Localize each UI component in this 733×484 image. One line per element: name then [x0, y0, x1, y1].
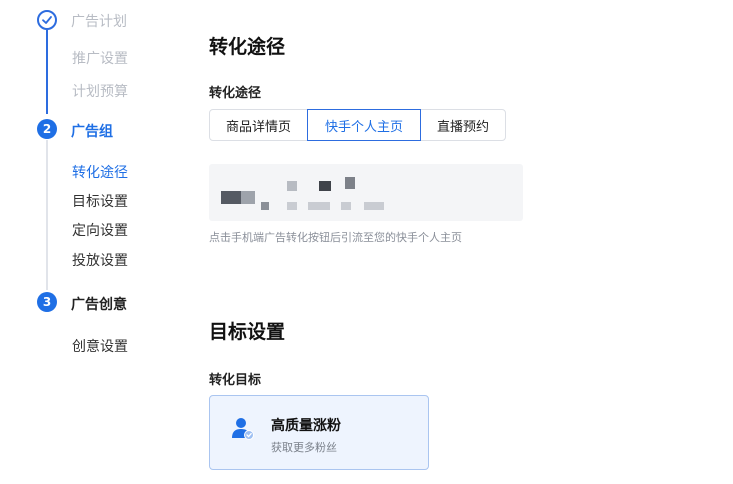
goal-card-title: 高质量涨粉 [271, 418, 341, 434]
sub-item-conversion-path[interactable]: 转化途径 [72, 162, 128, 182]
sub-item-promotion-settings[interactable]: 推广设置 [72, 48, 128, 68]
check-circle-icon [37, 10, 57, 30]
blurred-text [364, 202, 384, 210]
option-live-reservation[interactable]: 直播预约 [420, 109, 506, 141]
sub-item-targeting-settings[interactable]: 定向设置 [72, 220, 128, 240]
conversion-hint: 点击手机端广告转化按钮后引流至您的快手个人主页 [209, 231, 462, 244]
blurred-avatar [241, 191, 255, 204]
step-sidebar: 广告计划 推广设置 计划预算 2 广告组 转化途径 目标设置 定向设置 投放设置… [0, 0, 180, 484]
step-title-ad-group[interactable]: 广告组 [71, 121, 113, 141]
step-number-2: 2 [37, 119, 57, 139]
section-title-conversion: 转化途径 [209, 36, 286, 58]
step-number-3: 3 [37, 292, 57, 312]
section-title-goal: 目标设置 [209, 321, 286, 343]
blurred-text [287, 181, 297, 191]
goal-card-subtitle: 获取更多粉丝 [271, 441, 337, 454]
sub-item-delivery-settings[interactable]: 投放设置 [72, 250, 128, 270]
goal-card-fans[interactable]: 高质量涨粉 获取更多粉丝 [209, 395, 429, 470]
user-check-icon [230, 416, 256, 442]
blurred-text [287, 202, 297, 210]
sub-item-plan-budget[interactable]: 计划预算 [72, 81, 128, 101]
blurred-text [261, 202, 269, 210]
step-title-plan[interactable]: 广告计划 [71, 11, 127, 31]
blurred-text [308, 202, 330, 210]
profile-preview [209, 164, 523, 221]
blurred-text [345, 177, 355, 189]
conversion-path-selector: 商品详情页 快手个人主页 直播预约 [209, 109, 506, 141]
step-connector [46, 140, 48, 290]
sub-item-goal-settings[interactable]: 目标设置 [72, 191, 128, 211]
step-connector [46, 30, 48, 114]
blurred-text [341, 202, 351, 210]
option-product-detail[interactable]: 商品详情页 [209, 109, 308, 141]
field-label-goal: 转化目标 [209, 373, 262, 388]
blurred-text [319, 181, 331, 191]
field-label-conversion: 转化途径 [209, 86, 262, 101]
blurred-avatar [221, 191, 241, 204]
step-title-creative[interactable]: 广告创意 [71, 294, 127, 314]
option-kuaishou-profile[interactable]: 快手个人主页 [307, 109, 421, 141]
sub-item-creative-settings[interactable]: 创意设置 [72, 336, 128, 356]
